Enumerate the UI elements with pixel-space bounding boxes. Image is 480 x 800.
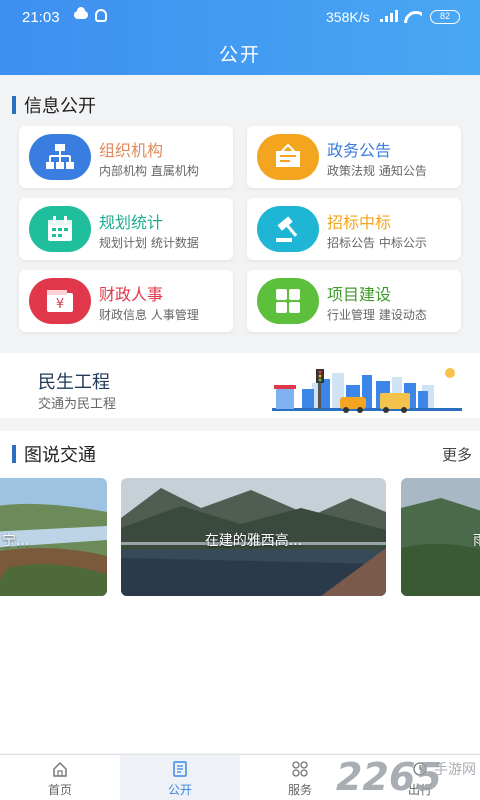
- status-time: 21:03: [22, 9, 60, 26]
- page-title: 公开: [218, 44, 261, 66]
- site-watermark-logo: 2265 手游网: [336, 755, 476, 799]
- photo-card[interactable]: 在建的雅西高...: [121, 478, 386, 596]
- banner-title: 民生工程: [38, 372, 110, 393]
- card-announcements[interactable]: 政务公告 政策法规 通知公告: [247, 126, 461, 188]
- card-subtitle: 财政信息 人事管理: [99, 308, 199, 322]
- section-marker: [12, 96, 16, 114]
- header-bar: 21:03 358K/s 82 公开: [0, 0, 480, 75]
- card-title: 组织机构: [99, 141, 164, 160]
- card-subtitle: 政策法规 通知公告: [327, 164, 427, 178]
- home-icon: [53, 761, 67, 777]
- network-speed: 358K/s: [326, 9, 370, 25]
- livelihood-banner[interactable]: 民生工程 交通为民工程: [0, 353, 480, 418]
- card-title: 规划统计: [99, 213, 164, 232]
- photo-card[interactable]: 宁...: [0, 478, 107, 596]
- photo-caption: 在建的雅西高...: [204, 533, 303, 549]
- card-bidding[interactable]: 招标中标 招标公告 中标公示: [247, 198, 461, 260]
- grid-circles-icon: [292, 761, 308, 777]
- info-section-header: 信息公开: [12, 93, 96, 117]
- org-chart-icon: [29, 134, 91, 180]
- photo-card[interactable]: 雨: [401, 478, 480, 596]
- calendar-icon: [29, 206, 91, 252]
- cloud-icon: [74, 7, 88, 19]
- photo-caption: 宁...: [2, 533, 30, 549]
- grid-icon: [257, 278, 319, 324]
- notification-icon: [95, 9, 107, 22]
- card-organization[interactable]: 组织机构 内部机构 直属机构: [19, 126, 233, 188]
- notice-board-icon: [257, 134, 319, 180]
- card-subtitle: 规划计划 统计数据: [99, 236, 199, 250]
- status-bar: 21:03 358K/s 82: [0, 0, 480, 34]
- document-icon: [173, 761, 187, 777]
- content-background: [0, 598, 480, 753]
- banner-subtitle: 交通为民工程: [38, 397, 117, 412]
- card-subtitle: 行业管理 建设动态: [327, 308, 427, 322]
- nav-label: 首页: [47, 783, 72, 797]
- svg-text:2265: 2265: [336, 755, 442, 799]
- card-planning[interactable]: 规划统计 规划计划 统计数据: [19, 198, 233, 260]
- city-traffic-illustration: [272, 368, 462, 413]
- wifi-icon: [404, 9, 422, 23]
- nav-public[interactable]: 公开: [120, 755, 240, 800]
- gavel-icon: [257, 206, 319, 252]
- card-finance[interactable]: ¥ 财政人事 财政信息 人事管理: [19, 270, 233, 332]
- card-subtitle: 内部机构 直属机构: [99, 164, 199, 178]
- yuan-wallet-icon: ¥: [29, 278, 91, 324]
- nav-home[interactable]: 首页: [0, 755, 120, 800]
- card-title: 项目建设: [327, 285, 392, 304]
- photo-caption: 雨: [401, 530, 480, 550]
- svg-text:¥: ¥: [56, 297, 64, 312]
- battery-icon: 82: [430, 10, 460, 24]
- more-link[interactable]: 更多: [442, 444, 472, 465]
- photo-section-title: 图说交通: [24, 445, 96, 466]
- signal-icon: [380, 10, 398, 22]
- card-title: 政务公告: [327, 141, 392, 160]
- photo-section-header: 图说交通: [12, 442, 96, 466]
- svg-text:手游网: 手游网: [434, 762, 476, 778]
- card-subtitle: 招标公告 中标公示: [327, 236, 427, 250]
- card-title: 招标中标: [327, 213, 392, 232]
- card-projects[interactable]: 项目建设 行业管理 建设动态: [247, 270, 461, 332]
- info-section-title: 信息公开: [24, 96, 96, 117]
- nav-label: 公开: [167, 783, 192, 797]
- card-title: 财政人事: [99, 285, 164, 304]
- section-marker: [12, 445, 16, 463]
